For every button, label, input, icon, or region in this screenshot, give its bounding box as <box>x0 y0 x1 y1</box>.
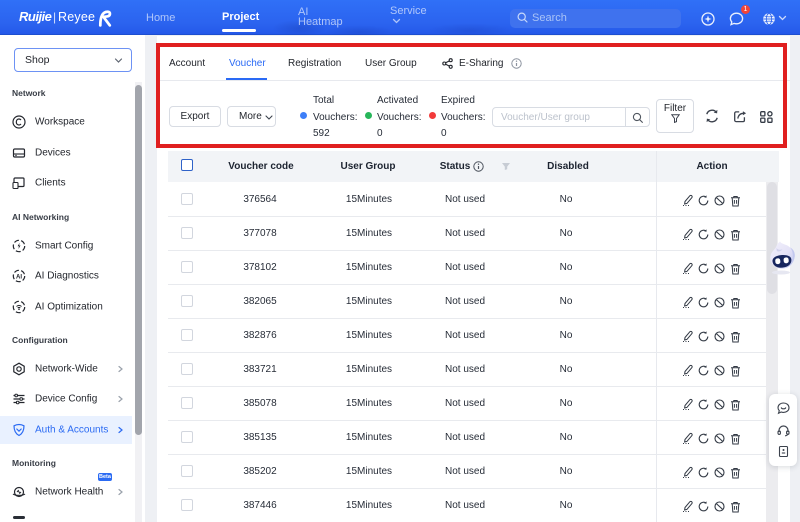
svg-text:AI: AI <box>16 274 22 280</box>
